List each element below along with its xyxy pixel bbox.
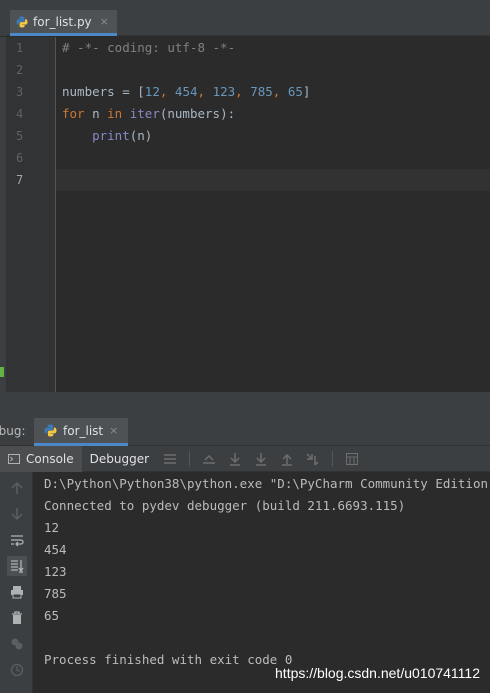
close-icon[interactable]: × <box>100 15 109 28</box>
debug-toolbar: Console Debugger <box>0 445 490 472</box>
code-number: 65 <box>287 84 303 99</box>
debug-tool-window-header: Debug: for_list × <box>0 418 490 446</box>
tab-filename: for_list.py <box>33 14 92 29</box>
show-execution-point-icon[interactable] <box>196 446 222 472</box>
code-number: 454 <box>174 84 198 99</box>
console-output[interactable]: D:\Python\Python38\python.exe "D:\PyChar… <box>33 472 490 693</box>
code-text: numbers = [ <box>62 84 145 99</box>
line-number: 5 <box>16 129 24 143</box>
down-arrow-icon[interactable] <box>7 504 27 524</box>
change-marker <box>0 367 4 377</box>
line-number-gutter: 1 2 3 4 5 6 7 <box>6 37 56 392</box>
code-number: 785 <box>250 84 273 99</box>
watermark: https://blog.csdn.net/u010741112 <box>275 665 480 681</box>
code-text: n <box>84 106 108 121</box>
line-number: 2 <box>16 63 24 77</box>
debug-session-tab[interactable]: for_list × <box>34 418 129 446</box>
code-keyword: in <box>107 106 123 121</box>
code-keyword: for <box>62 106 85 121</box>
current-line-highlight <box>56 169 490 191</box>
clock-icon[interactable] <box>7 660 27 680</box>
console-line: 454 <box>44 542 67 557</box>
tab-debugger-label: Debugger <box>89 451 150 466</box>
code-number: 123 <box>212 84 236 99</box>
code-text: ] <box>302 84 311 99</box>
code-line-1[interactable]: # -*- coding: utf-8 -*- <box>62 37 235 59</box>
code-line-5[interactable]: print(n) <box>62 125 152 147</box>
step-over-icon[interactable] <box>222 446 248 472</box>
console-line: 123 <box>44 564 67 579</box>
code-line-3[interactable]: numbers = [12, 454, 123, 785, 65] <box>62 81 310 103</box>
line-number-current: 7 <box>16 173 24 187</box>
left-tool-strip <box>0 0 6 36</box>
console-line: 785 <box>44 586 67 601</box>
tab-console-label: Console <box>26 451 74 466</box>
code-builtin: iter <box>129 106 160 121</box>
code-number: 12 <box>144 84 160 99</box>
tab-console[interactable]: Console <box>0 445 82 472</box>
line-number: 4 <box>16 107 24 121</box>
code-text: (n) <box>129 128 153 143</box>
toolbar-separator <box>189 450 191 467</box>
python-icon <box>44 424 57 437</box>
toolbar-separator <box>332 450 334 467</box>
console-side-toolbar <box>0 472 33 693</box>
python-console-icon[interactable] <box>7 634 27 654</box>
console-line: 12 <box>44 520 60 535</box>
line-number: 1 <box>16 41 24 55</box>
code-line-4[interactable]: for n in iter(numbers): <box>62 103 235 125</box>
menu-icon[interactable] <box>157 446 183 472</box>
code-punct: , <box>159 84 175 99</box>
panel-splitter[interactable] <box>0 392 490 418</box>
tab-debugger[interactable]: Debugger <box>82 446 157 472</box>
code-comment: # -*- coding: utf-8 -*- <box>62 40 236 55</box>
code-text: (numbers): <box>159 106 236 121</box>
up-arrow-icon[interactable] <box>7 478 27 498</box>
close-icon[interactable]: × <box>109 424 118 437</box>
code-editor[interactable]: 1 2 3 4 5 6 7 # -*- coding: utf-8 -*- nu… <box>0 37 490 392</box>
code-builtin: print <box>92 128 130 143</box>
console-line: D:\Python\Python38\python.exe "D:\PyChar… <box>44 476 489 491</box>
run-to-cursor-icon[interactable] <box>300 446 326 472</box>
code-punct: , <box>197 84 213 99</box>
debug-session-name: for_list <box>63 423 104 438</box>
evaluate-expression-icon[interactable] <box>339 446 365 472</box>
python-file-icon <box>16 16 28 27</box>
console-line: Connected to pydev debugger (build 211.6… <box>44 498 406 513</box>
line-number: 6 <box>16 151 24 165</box>
step-into-icon[interactable] <box>248 446 274 472</box>
line-number: 3 <box>16 85 24 99</box>
soft-wrap-icon[interactable] <box>7 530 27 550</box>
trash-icon[interactable] <box>7 608 27 628</box>
code-punct: , <box>272 84 288 99</box>
tab-for-list-py[interactable]: for_list.py × <box>10 10 117 36</box>
console-line: 65 <box>44 608 60 623</box>
scroll-to-end-icon[interactable] <box>7 556 27 576</box>
step-out-icon[interactable] <box>274 446 300 472</box>
print-icon[interactable] <box>7 582 27 602</box>
code-punct: , <box>235 84 251 99</box>
console-line-exit: Process finished with exit code 0 <box>44 652 293 667</box>
editor-tab-bar: for_list.py × <box>0 0 490 36</box>
console-icon <box>8 453 20 464</box>
debug-label: Debug: <box>0 424 26 438</box>
